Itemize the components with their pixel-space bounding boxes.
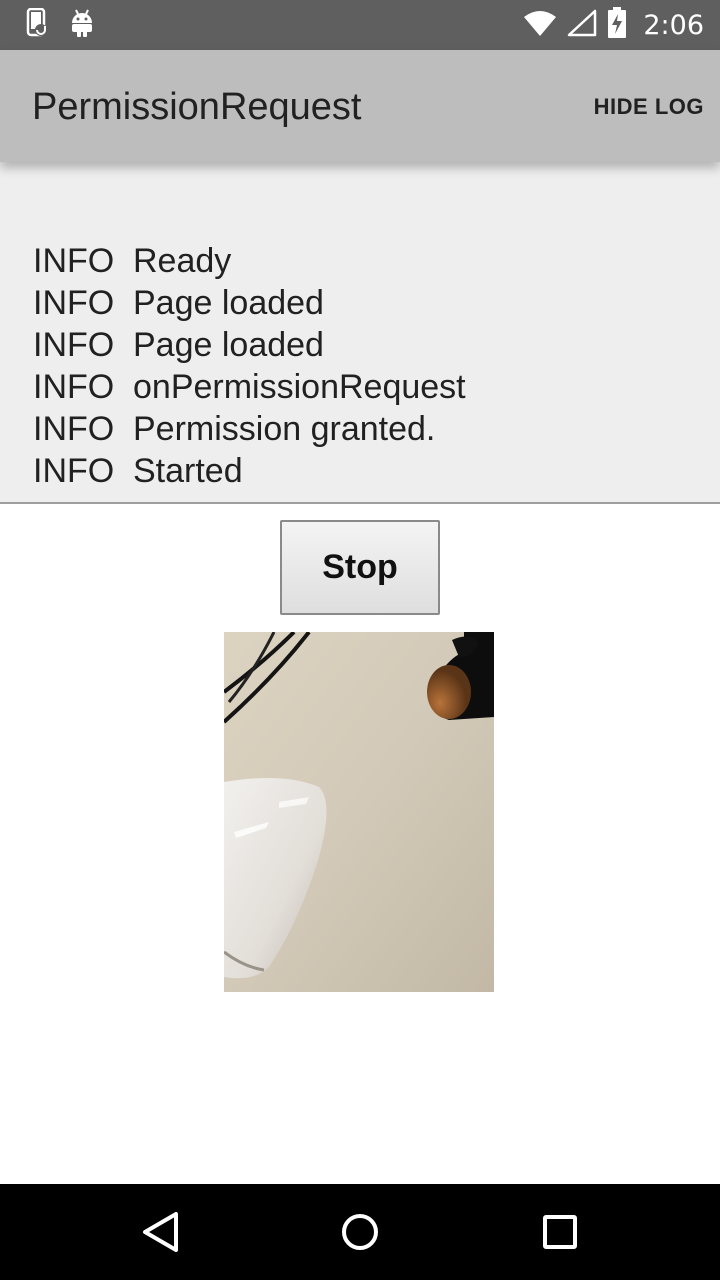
clock-time: 2:06 [643,9,704,41]
signal-icon [567,9,597,42]
log-entry: INFO Page loaded [33,282,466,324]
log-message: Page loaded [133,284,324,322]
home-icon[interactable] [330,1202,390,1262]
log-entry: INFO onPermissionRequest [33,366,466,408]
stop-button[interactable]: Stop [280,520,440,615]
phone-notification-icon [26,7,48,43]
log-entry: INFO Started [33,450,466,492]
wifi-icon [523,9,557,42]
camera-preview [224,632,494,992]
log-level: INFO [33,242,115,280]
hide-log-button[interactable]: HIDE LOG [594,94,704,120]
log-level: INFO [33,452,115,490]
battery-charging-icon [607,6,627,44]
log-message: Started [133,452,243,490]
navigation-bar [0,1184,720,1280]
log-level: INFO [33,284,115,322]
recents-icon[interactable] [530,1202,590,1262]
log-level: INFO [33,368,115,406]
log-level: INFO [33,326,115,364]
log-entry: INFO Ready [33,240,466,282]
log-message: Page loaded [133,326,324,364]
log-panel: INFO Ready INFO Page loaded INFO Page loade… [0,162,720,504]
log-entry: INFO Page loaded [33,324,466,366]
log-entry: INFO Permission granted. [33,408,466,450]
log-message: onPermissionRequest [133,368,466,406]
android-icon [70,8,94,43]
app-title: PermissionRequest [32,86,362,128]
app-bar: PermissionRequest HIDE LOG [0,50,720,162]
log-list: INFO Ready INFO Page loaded INFO Page loade… [33,240,466,492]
log-message: Permission granted. [133,410,436,448]
log-message: Ready [133,242,232,280]
status-bar: 2:06 [0,0,720,50]
back-icon[interactable] [130,1202,190,1262]
log-level: INFO [33,410,115,448]
